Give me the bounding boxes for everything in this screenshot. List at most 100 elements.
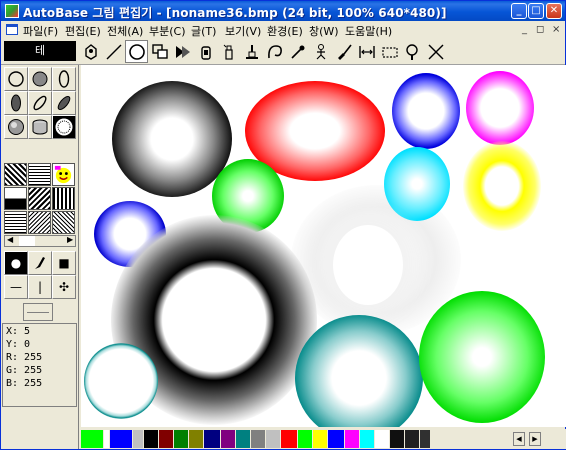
pattern-swatch[interactable] xyxy=(4,163,27,186)
current-color-indicator[interactable]: 테 xyxy=(4,41,76,61)
coord-x: X: 5 xyxy=(6,326,31,337)
maximize-button[interactable]: □ xyxy=(528,3,544,19)
pattern-swatch[interactable] xyxy=(28,187,51,210)
leaf-dark-icon[interactable] xyxy=(52,91,76,115)
rectangles-icon[interactable] xyxy=(148,40,171,63)
pen-icon[interactable] xyxy=(28,251,52,275)
minimize-button[interactable]: _ xyxy=(511,3,527,19)
color-swatch[interactable] xyxy=(174,430,188,448)
color-swatch[interactable] xyxy=(390,430,404,448)
leaf-outline-icon[interactable] xyxy=(28,91,52,115)
pattern-swatch[interactable] xyxy=(28,211,51,234)
coordinate-readout: X: 5 Y: 0 R: 255 G: 255 B: 255 xyxy=(2,323,77,407)
eyedropper-icon[interactable] xyxy=(286,40,309,63)
stamp-icon[interactable] xyxy=(240,40,263,63)
figure-icon[interactable] xyxy=(309,40,332,63)
menu-part[interactable]: 부분(C) xyxy=(149,23,186,39)
cyan-gradient-circle xyxy=(384,147,450,221)
bottle-icon[interactable] xyxy=(217,40,240,63)
mdi-close-button[interactable]: × xyxy=(552,24,560,35)
color-swatch[interactable] xyxy=(81,430,103,448)
menu-file[interactable]: 파일(F) xyxy=(23,23,58,39)
color-swatch[interactable] xyxy=(221,430,235,448)
pattern-swatch[interactable] xyxy=(28,163,51,186)
menu-all[interactable]: 전체(A) xyxy=(107,23,143,39)
pattern-swatch[interactable] xyxy=(52,187,75,210)
drawing-canvas[interactable] xyxy=(81,65,566,427)
app-window: AutoBase 그림 편집기 - [noname36.bmp (24 bit,… xyxy=(0,0,566,450)
teal-outline-circle xyxy=(84,343,158,419)
cross-move-icon[interactable]: ✣ xyxy=(52,275,76,299)
circle-radial-icon[interactable] xyxy=(52,115,76,139)
ellipse-dark-icon[interactable] xyxy=(4,91,28,115)
ellipse-outline-icon[interactable] xyxy=(4,67,28,91)
mdi-minimize-button[interactable]: _ xyxy=(522,24,527,35)
color-swatch[interactable] xyxy=(375,430,389,448)
color-swatch[interactable] xyxy=(298,430,312,448)
color-swatch[interactable] xyxy=(313,430,327,448)
pattern-swatch[interactable] xyxy=(4,211,27,234)
color-swatch[interactable] xyxy=(251,430,265,448)
color-swatch[interactable] xyxy=(281,430,297,448)
color-swatch[interactable] xyxy=(266,430,280,448)
scroll-right-icon[interactable]: ▶ xyxy=(67,235,73,244)
palette-scroll-left-icon[interactable]: ◀ xyxy=(513,432,525,446)
square-brush-icon[interactable]: ■ xyxy=(52,251,76,275)
clear-icon[interactable] xyxy=(424,40,447,63)
magnifier-icon[interactable] xyxy=(401,40,424,63)
menu-edit[interactable]: 편집(E) xyxy=(65,23,101,39)
bucket-fill-icon[interactable] xyxy=(79,40,102,63)
color-swatch[interactable] xyxy=(133,430,143,448)
circle-icon[interactable] xyxy=(125,40,148,63)
ellipse-gray-icon[interactable] xyxy=(28,67,52,91)
pattern-swatch[interactable] xyxy=(52,211,75,234)
emoji-pattern-icon[interactable] xyxy=(52,163,75,186)
ellipse-tall-icon[interactable] xyxy=(52,67,76,91)
resize-icon[interactable] xyxy=(355,40,378,63)
scroll-left-icon[interactable]: ◀ xyxy=(7,235,13,244)
pattern-scrollbar[interactable]: ◀ ▶ xyxy=(4,235,76,247)
rect-select-icon[interactable] xyxy=(378,40,401,63)
color-swatch[interactable] xyxy=(360,430,374,448)
teal-gradient-circle xyxy=(295,315,423,427)
color-swatch[interactable] xyxy=(345,430,359,448)
close-button[interactable]: ✕ xyxy=(546,3,562,19)
color-swatch[interactable] xyxy=(328,430,344,448)
menu-window[interactable]: 창(W) xyxy=(309,23,339,39)
pattern-swatch[interactable] xyxy=(4,187,27,210)
color-b: B: 255 xyxy=(6,378,43,389)
color-swatch[interactable] xyxy=(204,430,220,448)
document-icon[interactable] xyxy=(6,24,18,35)
dot-brush-icon[interactable]: ● xyxy=(4,251,28,275)
color-swatch[interactable] xyxy=(189,430,203,448)
shape-grid xyxy=(4,67,76,139)
cylinder-icon[interactable] xyxy=(28,115,52,139)
black-gradient-circle xyxy=(112,81,232,197)
mdi-restore-button[interactable]: ◻ xyxy=(536,24,544,35)
line-icon[interactable] xyxy=(102,40,125,63)
line-width-sample[interactable] xyxy=(23,303,53,321)
vertical-line-icon[interactable]: | xyxy=(28,275,52,299)
horizontal-line-icon[interactable]: — xyxy=(4,275,28,299)
menu-environment[interactable]: 환경(E) xyxy=(267,23,303,39)
color-swatch[interactable] xyxy=(405,430,419,448)
scroll-thumb[interactable] xyxy=(19,236,35,246)
color-swatch[interactable] xyxy=(144,430,158,448)
circle-shaded-icon[interactable] xyxy=(4,115,28,139)
menu-text[interactable]: 글(T) xyxy=(191,23,216,39)
palette-scroll-right-icon[interactable]: ▶ xyxy=(529,432,541,446)
spray-can-icon[interactable] xyxy=(194,40,217,63)
arrow-icon[interactable] xyxy=(171,40,194,63)
color-swatch[interactable] xyxy=(236,430,250,448)
title-bar[interactable]: AutoBase 그림 편집기 - [noname36.bmp (24 bit,… xyxy=(1,1,565,21)
palette-scroll: ◀ ▶ xyxy=(512,429,544,449)
brush-icon[interactable] xyxy=(332,40,355,63)
menu-help[interactable]: 도움말(H) xyxy=(345,23,392,39)
curve-icon[interactable] xyxy=(263,40,286,63)
yellow-gradient-ring xyxy=(463,141,541,231)
color-swatch[interactable] xyxy=(110,430,132,448)
color-swatch[interactable] xyxy=(159,430,173,448)
color-swatch[interactable] xyxy=(420,430,430,448)
menu-view[interactable]: 보기(V) xyxy=(225,23,261,39)
color-swatch[interactable] xyxy=(104,430,109,448)
